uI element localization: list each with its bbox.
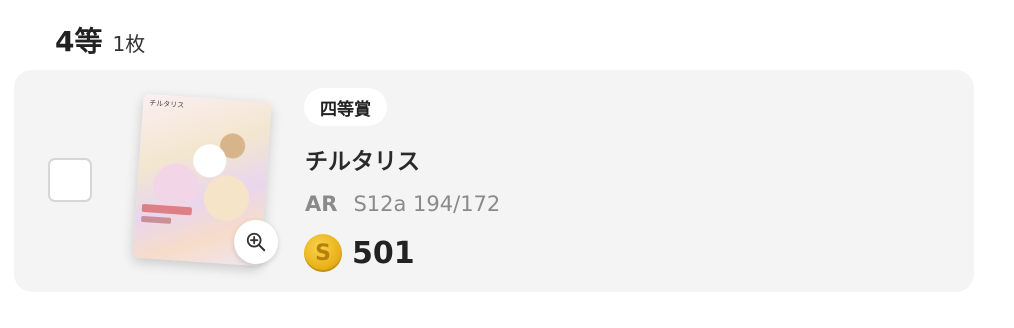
card-set-number: S12a 194/172 [353,192,501,216]
coin-icon: S [304,234,342,272]
card-rarity: AR [305,192,338,216]
card-thumbnail-detail [141,203,193,216]
card-thumbnail-header: チルタリス [149,98,265,116]
zoom-in-icon [246,232,266,252]
prize-tier-header: 4等 1枚 [55,20,145,60]
card-name: チルタリス [305,149,420,175]
coin-value: 501 [352,235,415,271]
prize-tier-count: 1枚 [112,32,146,56]
prize-card-row[interactable]: チルタリス 四等賞 チルタリス AR S12a 194/172 S 501 [14,70,974,292]
card-thumbnail-title: チルタリス [148,99,185,110]
prize-badge: 四等賞 [304,88,387,126]
card-thumbnail-detail [140,215,172,224]
coin-price: S 501 [304,234,415,272]
select-checkbox[interactable] [48,158,92,202]
prize-tier-title: 4等 [55,25,103,58]
card-meta: AR S12a 194/172 [305,192,500,216]
zoom-button[interactable] [234,220,278,264]
